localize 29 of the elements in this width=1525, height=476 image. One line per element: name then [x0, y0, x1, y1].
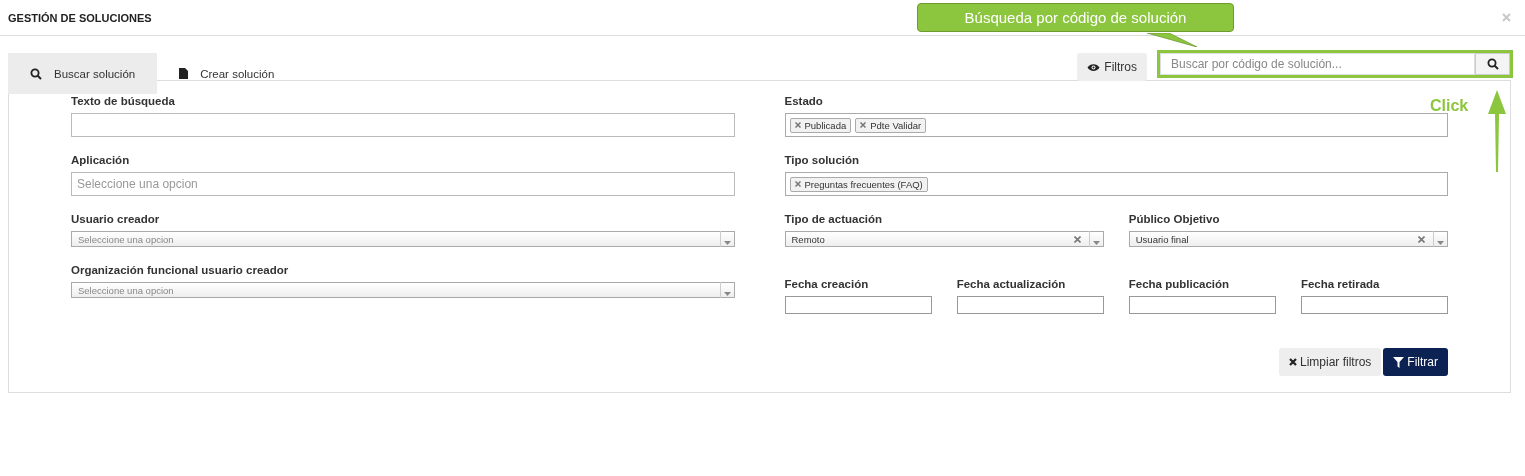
annotation-label: Click — [1430, 97, 1469, 115]
filters-button[interactable]: Filtros — [1077, 53, 1147, 81]
tag-chip[interactable]: Preguntas frecuentes (FAQ) — [789, 176, 928, 192]
field-label: Público Objetivo — [1128, 213, 1221, 225]
field-label: Usuario creador — [71, 213, 161, 225]
select-field[interactable]: Seleccione una opcion — [71, 231, 735, 247]
field-label: Tipo solución — [784, 154, 861, 166]
field-label: Texto de búsqueda — [71, 95, 176, 107]
tab[interactable]: Crear solución — [157, 53, 297, 94]
multiselect-field[interactable]: Preguntas frecuentes (FAQ) — [784, 172, 1448, 196]
select-field[interactable]: Usuario final — [1128, 231, 1448, 247]
field-label: Fecha retirada — [1300, 278, 1381, 290]
tab[interactable]: Buscar solución — [8, 53, 158, 94]
field-label: Aplicación — [71, 154, 131, 166]
field-label: Organización funcional usuario creador — [71, 264, 290, 276]
search-field[interactable]: Buscar por código de solución... — [1160, 53, 1475, 75]
tag-chip[interactable]: Pdte Validar — [855, 117, 927, 133]
multiselect-field[interactable]: Publicada Pdte Validar — [784, 113, 1448, 137]
field-label: Fecha actualización — [956, 278, 1067, 290]
select-field[interactable]: Remoto — [784, 231, 1104, 247]
tag-chip[interactable]: Publicada — [789, 117, 852, 133]
field-label: Tipo de actuación — [784, 213, 884, 225]
input-field[interactable]: Seleccione una opcion — [71, 172, 735, 196]
field-label: Fecha publicación — [1128, 278, 1231, 290]
clear-filters-button[interactable]: Limpiar filtros — [1278, 348, 1382, 376]
select-field[interactable]: Seleccione una opcion — [71, 282, 735, 298]
dialog-title: GESTIÓN DE SOLUCIONES — [8, 11, 152, 24]
field-label: Fecha creación — [784, 278, 870, 290]
filter-button[interactable]: Filtrar — [1383, 348, 1448, 376]
